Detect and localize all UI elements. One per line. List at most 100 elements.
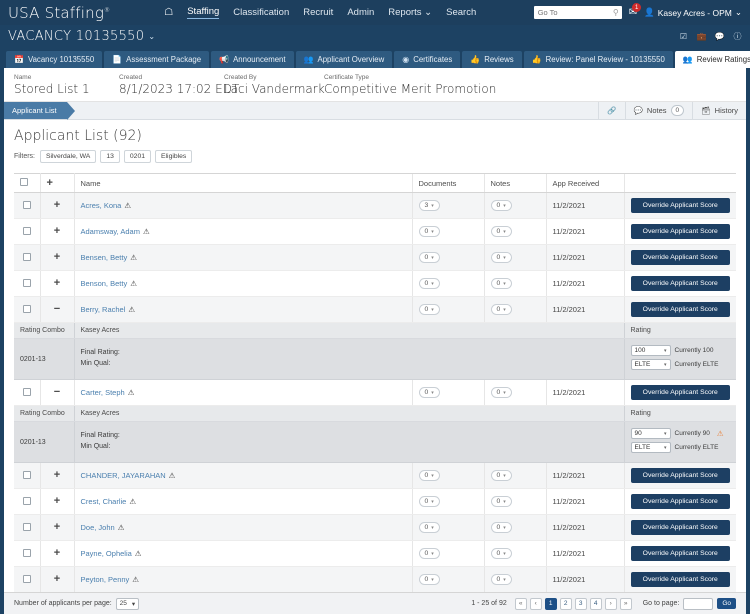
override-applicant-score-button[interactable]: Override Applicant Score bbox=[630, 198, 730, 213]
notes-badge[interactable]: 0 ▾ bbox=[490, 574, 512, 585]
tab-certificates[interactable]: ◉ Certificates bbox=[394, 51, 461, 68]
notes-badge[interactable]: 0 ▾ bbox=[490, 387, 512, 398]
row-expand-cell[interactable]: + bbox=[40, 566, 75, 592]
row-select-cell[interactable] bbox=[14, 488, 41, 515]
documents-badge[interactable]: 0 ▾ bbox=[418, 252, 440, 263]
expand-icon[interactable]: + bbox=[54, 199, 60, 211]
documents-badge[interactable]: 0 ▾ bbox=[418, 496, 440, 507]
pagination-page-3[interactable]: 3 bbox=[574, 597, 587, 610]
expand-icon[interactable]: + bbox=[54, 495, 60, 507]
applicant-name-link[interactable]: Carter, Steph bbox=[81, 388, 125, 397]
collapse-icon[interactable]: − bbox=[54, 386, 60, 398]
messages-button[interactable]: ✉ 1 bbox=[629, 3, 642, 18]
applicant-name-link[interactable]: Acres, Kona bbox=[81, 201, 122, 210]
notes-badge[interactable]: 0 ▾ bbox=[490, 548, 512, 559]
eligibility-select[interactable]: ELTE ▾ bbox=[630, 359, 671, 370]
applicant-name-link[interactable]: Berry, Rachel bbox=[81, 305, 126, 314]
header-app-received[interactable]: App Received bbox=[545, 173, 624, 193]
collapse-icon[interactable]: − bbox=[54, 303, 60, 315]
documents-badge[interactable]: 0 ▾ bbox=[418, 522, 440, 533]
goto-input[interactable] bbox=[533, 6, 622, 19]
header-select-all[interactable] bbox=[14, 173, 41, 193]
tab-vacancy[interactable]: 📅 Vacancy 10135550 bbox=[6, 51, 103, 68]
notes-badge[interactable]: 0 ▾ bbox=[490, 496, 512, 507]
row-expand-cell[interactable]: + bbox=[40, 540, 75, 567]
expand-all-icon[interactable]: + bbox=[47, 177, 53, 189]
override-applicant-score-button[interactable]: Override Applicant Score bbox=[630, 546, 730, 561]
header-expand-all[interactable]: + bbox=[40, 173, 75, 193]
link-button[interactable]: 🔗 bbox=[598, 102, 624, 119]
override-applicant-score-button[interactable]: Override Applicant Score bbox=[630, 572, 730, 587]
row-checkbox[interactable] bbox=[22, 200, 31, 209]
expand-icon[interactable]: + bbox=[54, 251, 60, 263]
checklist-icon[interactable]: ☑ bbox=[679, 32, 688, 41]
expand-icon[interactable]: + bbox=[54, 547, 60, 559]
override-applicant-score-button[interactable]: Override Applicant Score bbox=[630, 250, 730, 265]
row-checkbox[interactable] bbox=[22, 548, 31, 557]
eligibility-select[interactable]: ELTE ▾ bbox=[630, 442, 671, 453]
notes-badge[interactable]: 0 ▾ bbox=[490, 226, 512, 237]
row-select-cell[interactable] bbox=[14, 540, 41, 567]
row-expand-cell[interactable]: − bbox=[40, 379, 75, 406]
header-name[interactable]: Name bbox=[74, 173, 412, 193]
user-menu[interactable]: 👤 Kasey Acres - OPM ⌄ bbox=[644, 7, 742, 18]
filter-chip-eligibles[interactable]: Eligibles bbox=[155, 150, 193, 163]
pagination-page-4[interactable]: 4 bbox=[589, 597, 602, 610]
tab-review-panel-review[interactable]: 👍 Review: Panel Review - 10135550 bbox=[523, 51, 673, 68]
override-applicant-score-button[interactable]: Override Applicant Score bbox=[630, 276, 730, 291]
row-select-cell[interactable] bbox=[14, 566, 41, 592]
goto-page-input[interactable] bbox=[683, 597, 714, 610]
nav-link-reports[interactable]: Reports ⌄ bbox=[388, 7, 432, 18]
row-checkbox[interactable] bbox=[22, 252, 31, 261]
override-applicant-score-button[interactable]: Override Applicant Score bbox=[630, 468, 730, 483]
select-all-checkbox[interactable] bbox=[20, 178, 28, 186]
row-select-cell[interactable] bbox=[14, 379, 41, 406]
row-checkbox[interactable] bbox=[22, 278, 31, 287]
subtab-applicant-list[interactable]: Applicant List bbox=[4, 102, 75, 120]
applicant-name-link[interactable]: Benson, Betty bbox=[81, 279, 128, 288]
pagination-first[interactable]: « bbox=[514, 597, 527, 610]
pagination-last[interactable]: » bbox=[619, 597, 632, 610]
override-applicant-score-button[interactable]: Override Applicant Score bbox=[630, 224, 730, 239]
history-button[interactable]: 🗃 History bbox=[692, 102, 746, 119]
score-select[interactable]: 100 ▾ bbox=[630, 345, 671, 356]
row-expand-cell[interactable]: − bbox=[40, 296, 75, 323]
search-icon[interactable]: ⚲ bbox=[613, 8, 619, 17]
row-expand-cell[interactable]: + bbox=[40, 462, 75, 489]
score-select[interactable]: 90 ▾ bbox=[630, 428, 671, 439]
applicant-name-link[interactable]: Peyton, Penny bbox=[81, 575, 130, 584]
row-select-cell[interactable] bbox=[14, 218, 41, 245]
row-expand-cell[interactable]: + bbox=[40, 488, 75, 515]
notes-button[interactable]: 💬 Notes 0 bbox=[624, 102, 693, 119]
override-applicant-score-button[interactable]: Override Applicant Score bbox=[630, 385, 730, 400]
documents-badge[interactable]: 0 ▾ bbox=[418, 226, 440, 237]
applicant-name-link[interactable]: CHANDER, JAYARAHAN bbox=[81, 471, 166, 480]
expand-icon[interactable]: + bbox=[54, 469, 60, 481]
row-select-cell[interactable] bbox=[14, 514, 41, 541]
pagination-prev[interactable]: ‹ bbox=[529, 597, 542, 610]
row-checkbox[interactable] bbox=[22, 496, 31, 505]
row-expand-cell[interactable]: + bbox=[40, 218, 75, 245]
filter-chip-grade[interactable]: 13 bbox=[100, 150, 120, 163]
applicant-name-link[interactable]: Payne, Ophelia bbox=[81, 549, 132, 558]
home-icon[interactable]: ☖ bbox=[164, 7, 173, 18]
row-expand-cell[interactable]: + bbox=[40, 244, 75, 271]
tab-announcement[interactable]: 📢 Announcement bbox=[211, 51, 294, 68]
tab-assessment-package[interactable]: 📄 Assessment Package bbox=[104, 51, 210, 68]
pagination-page-1[interactable]: 1 bbox=[544, 597, 557, 610]
tab-reviews[interactable]: 👍 Reviews bbox=[462, 51, 522, 68]
documents-badge[interactable]: 0 ▾ bbox=[418, 470, 440, 481]
expand-icon[interactable]: + bbox=[54, 521, 60, 533]
applicant-name-link[interactable]: Adamsway, Adam bbox=[81, 227, 140, 236]
go-button[interactable]: Go bbox=[717, 598, 736, 609]
pagination-page-2[interactable]: 2 bbox=[559, 597, 572, 610]
row-checkbox[interactable] bbox=[22, 522, 31, 531]
nav-link-staffing[interactable]: Staffing bbox=[187, 6, 220, 19]
expand-icon[interactable]: + bbox=[54, 277, 60, 289]
pagination-next[interactable]: › bbox=[604, 597, 617, 610]
row-expand-cell[interactable]: + bbox=[40, 270, 75, 297]
row-select-cell[interactable] bbox=[14, 296, 41, 323]
override-applicant-score-button[interactable]: Override Applicant Score bbox=[630, 520, 730, 535]
row-checkbox[interactable] bbox=[22, 387, 31, 396]
row-checkbox[interactable] bbox=[22, 574, 31, 583]
